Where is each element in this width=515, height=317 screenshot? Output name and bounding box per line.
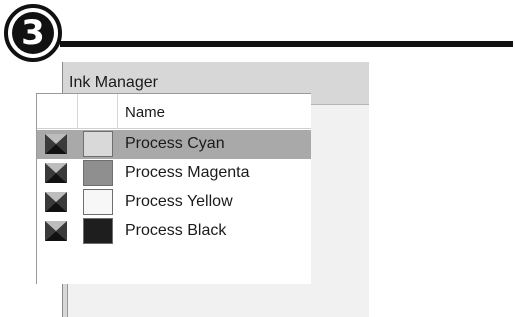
- ink-row-process-yellow[interactable]: Process Yellow: [37, 188, 311, 217]
- ink-row-process-black[interactable]: Process Black: [37, 217, 311, 246]
- ink-row-process-magenta[interactable]: Process Magenta: [37, 159, 311, 188]
- step-divider-line: [60, 41, 513, 47]
- color-swatch: [83, 218, 113, 244]
- window-title: Ink Manager: [69, 74, 158, 91]
- column-separator: [77, 94, 78, 128]
- process-ink-icon[interactable]: [45, 163, 67, 183]
- ink-name: Process Yellow: [125, 193, 233, 210]
- process-ink-icon[interactable]: [45, 134, 67, 154]
- ink-name: Process Magenta: [125, 164, 250, 181]
- column-separator: [117, 94, 118, 128]
- ink-name: Process Cyan: [125, 135, 225, 152]
- column-header-name[interactable]: Name: [125, 104, 165, 121]
- step-number: 3: [21, 13, 45, 53]
- process-ink-icon[interactable]: [45, 192, 67, 212]
- ink-name: Process Black: [125, 222, 227, 239]
- color-swatch: [83, 160, 113, 186]
- process-ink-icon[interactable]: [45, 221, 67, 241]
- step-badge: 3: [4, 4, 62, 62]
- ink-list[interactable]: Name Process Cyan Process Magenta Process …: [36, 93, 311, 284]
- color-swatch: [83, 131, 113, 157]
- ink-row-process-cyan[interactable]: Process Cyan: [37, 130, 311, 159]
- list-header: Name: [37, 94, 311, 129]
- step-badge-circle: 3: [12, 12, 54, 54]
- color-swatch: [83, 189, 113, 215]
